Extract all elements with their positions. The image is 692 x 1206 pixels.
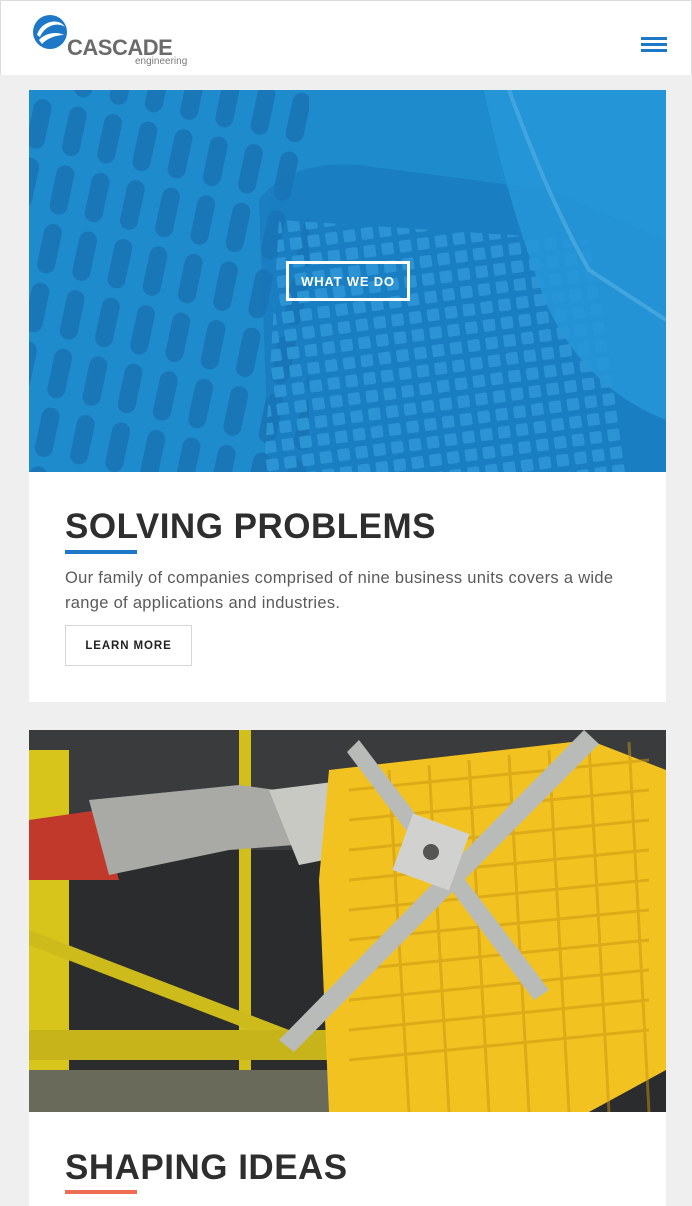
learn-more-button[interactable]: LEARN MORE	[65, 625, 192, 666]
what-we-do-button[interactable]: WHAT WE DO	[286, 261, 410, 301]
solving-problems-card: WHAT WE DO SOLVING PROBLEMS Our family o…	[29, 90, 666, 702]
card-title: SOLVING PROBLEMS	[65, 507, 436, 546]
card-description: Our family of companies comprised of nin…	[65, 569, 614, 612]
hero-image-plastic-crate: WHAT WE DO	[29, 90, 666, 472]
shaping-ideas-card: SHAPING IDEAS	[29, 730, 666, 1206]
title-underline	[65, 550, 137, 554]
robot-arm-crate-image	[29, 730, 666, 1112]
logo-swirl-icon	[33, 15, 67, 49]
hero-image-robot-arm	[29, 730, 666, 1112]
card-title: SHAPING IDEAS	[65, 1148, 348, 1187]
site-header: CASCADE engineering	[0, 0, 692, 75]
cascade-logo[interactable]: CASCADE engineering	[31, 13, 201, 68]
hamburger-menu-icon[interactable]	[641, 37, 667, 55]
title-underline	[65, 1190, 137, 1194]
logo-tagline: engineering	[135, 56, 188, 67]
